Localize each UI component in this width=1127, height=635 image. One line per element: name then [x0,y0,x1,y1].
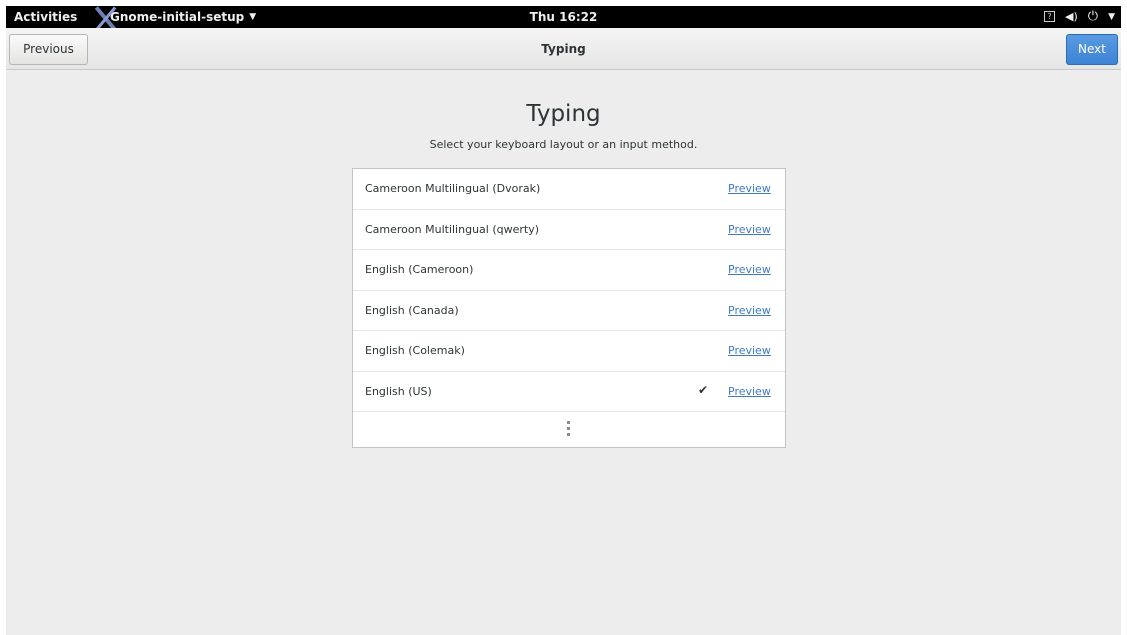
clock[interactable]: Thu 16:22 [6,10,1121,24]
preview-link[interactable]: Preview [728,182,771,195]
list-item[interactable]: Cameroon Multilingual (Dvorak) Preview [353,169,785,210]
layout-name: English (Canada) [365,303,459,317]
header-title: Typing [541,42,586,56]
more-vertical-icon [567,421,571,436]
preview-link[interactable]: Preview [728,385,771,398]
list-item[interactable]: English (Colemak) Preview [353,331,785,372]
header-bar: Previous Typing Next [6,28,1121,70]
layout-name: English (US) [365,384,432,398]
chevron-down-icon: ▼ [1108,11,1115,22]
list-item[interactable]: English (Canada) Preview [353,291,785,331]
page-title: Typing [526,101,601,127]
layout-name: Cameroon Multilingual (Dvorak) [365,182,541,195]
preview-link[interactable]: Preview [728,344,771,357]
preview-link[interactable]: Preview [728,263,771,276]
checkmark-icon: ✔ [698,382,709,397]
layout-name: English (Colemak) [365,344,465,357]
volume-icon: ◀) [1065,10,1078,23]
more-layouts-button[interactable] [353,412,785,447]
list-item[interactable]: English (US) ✔ Preview [353,372,785,412]
top-bar: Activities Gnome-initial-setup ▼ Thu 16:… [6,6,1121,28]
window: Activities Gnome-initial-setup ▼ Thu 16:… [6,6,1121,635]
help-icon: ? [1044,11,1056,22]
preview-link[interactable]: Preview [728,304,771,317]
preview-link[interactable]: Preview [728,223,771,236]
layout-name: English (Cameroon) [365,263,474,276]
page-subtitle: Select your keyboard layout or an input … [429,138,698,151]
list-item[interactable]: Cameroon Multilingual (qwerty) Preview [353,210,785,250]
keyboard-layout-list: Cameroon Multilingual (Dvorak) Preview C… [352,168,786,448]
power-icon: ⏻ [1087,9,1099,24]
layout-name: Cameroon Multilingual (qwerty) [365,222,540,236]
next-button[interactable]: Next [1066,34,1118,65]
list-item[interactable]: English (Cameroon) Preview [353,250,785,291]
system-status-menu[interactable]: ? ◀) ⏻ ▼ [1044,9,1115,24]
